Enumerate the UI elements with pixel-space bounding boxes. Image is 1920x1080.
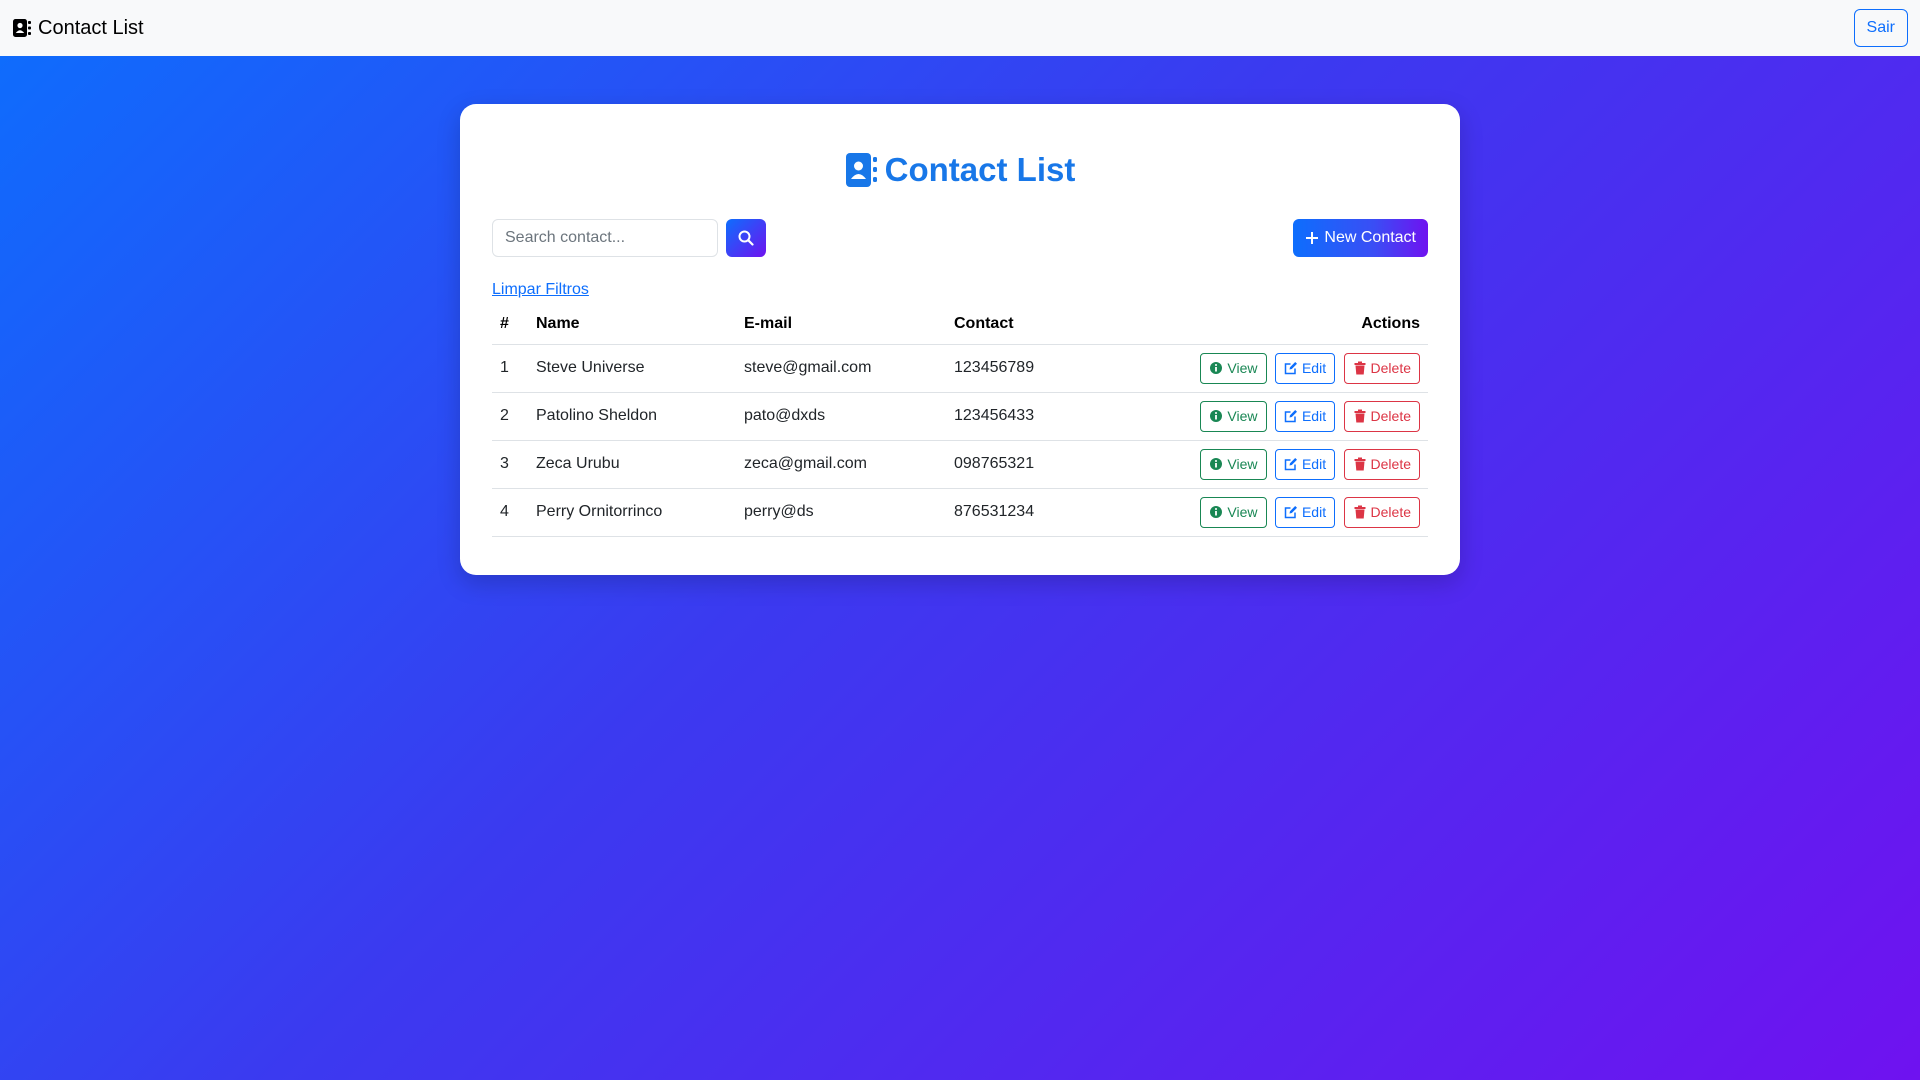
view-button[interactable]: View <box>1200 448 1267 480</box>
address-book-icon <box>13 19 31 37</box>
trash-icon <box>1354 361 1366 375</box>
cell-name: Patolino Sheldon <box>528 392 736 441</box>
cell-number: 2 <box>492 392 528 441</box>
edit-label: Edit <box>1301 456 1327 472</box>
search-input[interactable] <box>492 219 718 257</box>
edit-label: Edit <box>1301 504 1327 520</box>
cell-name: Steve Universe <box>528 344 736 393</box>
edit-button[interactable]: Edit <box>1274 400 1336 432</box>
view-button[interactable]: View <box>1200 400 1267 432</box>
edit-icon <box>1284 506 1297 519</box>
search-group <box>492 219 766 257</box>
view-button[interactable]: View <box>1200 496 1267 528</box>
search-button[interactable] <box>726 219 766 257</box>
cell-email: perry@ds <box>736 488 946 537</box>
cell-actions: View Edit Delete <box>1083 344 1428 393</box>
cell-contact: 098765321 <box>946 440 1084 489</box>
edit-label: Edit <box>1301 408 1327 424</box>
cell-email: zeca@gmail.com <box>736 440 946 489</box>
cell-number: 1 <box>492 344 528 393</box>
toolbar: New Contact <box>492 219 1428 257</box>
clear-filters-link[interactable]: Limpar Filtros <box>492 281 589 299</box>
edit-button[interactable]: Edit <box>1274 448 1336 480</box>
cell-name: Perry Ornitorrinco <box>528 488 736 537</box>
edit-icon <box>1284 458 1297 471</box>
info-circle-icon <box>1210 410 1223 422</box>
trash-icon <box>1354 457 1366 471</box>
brand-label: Contact List <box>38 16 144 39</box>
delete-label: Delete <box>1370 360 1411 376</box>
cell-email: steve@gmail.com <box>736 344 946 393</box>
cell-contact: 876531234 <box>946 488 1084 537</box>
cell-contact: 123456433 <box>946 392 1084 441</box>
edit-icon <box>1284 410 1297 423</box>
trash-icon <box>1354 409 1366 423</box>
table-row: 2 Patolino Sheldon pato@dxds 123456433 V… <box>492 392 1428 441</box>
delete-label: Delete <box>1370 408 1411 424</box>
cell-email: pato@dxds <box>736 392 946 441</box>
cell-number: 3 <box>492 440 528 489</box>
view-label: View <box>1227 360 1258 376</box>
delete-label: Delete <box>1370 504 1411 520</box>
delete-button[interactable]: Delete <box>1343 352 1420 384</box>
edit-label: Edit <box>1301 360 1327 376</box>
delete-button[interactable]: Delete <box>1343 448 1420 480</box>
header-email: E-mail <box>736 304 946 345</box>
navbar: Contact List Sair <box>0 0 1920 56</box>
delete-button[interactable]: Delete <box>1343 496 1420 528</box>
page-title: Contact List <box>492 146 1428 194</box>
edit-button[interactable]: Edit <box>1274 496 1336 528</box>
cell-contact: 123456789 <box>946 344 1084 393</box>
contact-card: Contact List New Contact Limpar Filtros … <box>460 104 1460 575</box>
navbar-brand[interactable]: Contact List <box>12 17 144 40</box>
plus-icon <box>1306 232 1319 244</box>
cell-actions: View Edit Delete <box>1083 488 1428 537</box>
header-actions: Actions <box>1083 304 1428 345</box>
new-contact-button[interactable]: New Contact <box>1293 219 1428 257</box>
new-contact-label: New Contact <box>1324 229 1416 246</box>
cell-actions: View Edit Delete <box>1083 392 1428 441</box>
info-circle-icon <box>1210 362 1223 374</box>
cell-number: 4 <box>492 488 528 537</box>
table-header-row: # Name E-mail Contact Actions <box>492 304 1428 345</box>
header-name: Name <box>528 304 736 345</box>
table-row: 3 Zeca Urubu zeca@gmail.com 098765321 Vi… <box>492 440 1428 489</box>
search-icon <box>738 230 754 246</box>
edit-icon <box>1284 362 1297 375</box>
delete-button[interactable]: Delete <box>1343 400 1420 432</box>
page-title-text: Contact List <box>884 151 1076 188</box>
view-label: View <box>1227 504 1258 520</box>
info-circle-icon <box>1210 458 1223 470</box>
cell-actions: View Edit Delete <box>1083 440 1428 489</box>
edit-button[interactable]: Edit <box>1274 352 1336 384</box>
info-circle-icon <box>1210 506 1223 518</box>
contacts-table: # Name E-mail Contact Actions 1 Steve Un… <box>492 304 1428 537</box>
table-row: 4 Perry Ornitorrinco perry@ds 876531234 … <box>492 488 1428 537</box>
view-button[interactable]: View <box>1200 352 1267 384</box>
header-contact: Contact <box>946 304 1084 345</box>
table-row: 1 Steve Universe steve@gmail.com 1234567… <box>492 344 1428 393</box>
logout-button[interactable]: Sair <box>1853 9 1908 47</box>
address-book-icon <box>845 153 877 187</box>
view-label: View <box>1227 408 1258 424</box>
trash-icon <box>1354 505 1366 519</box>
view-label: View <box>1227 456 1258 472</box>
cell-name: Zeca Urubu <box>528 440 736 489</box>
delete-label: Delete <box>1370 456 1411 472</box>
header-number: # <box>492 304 528 345</box>
